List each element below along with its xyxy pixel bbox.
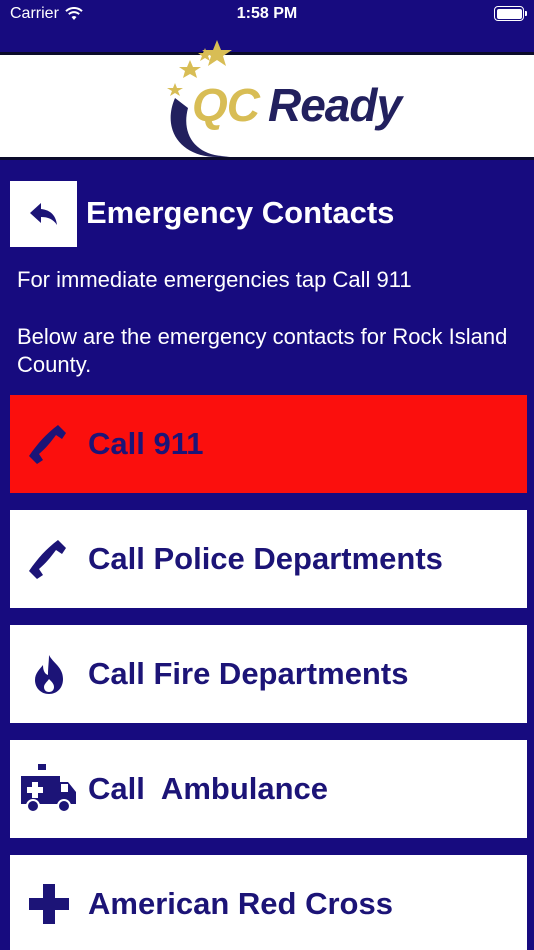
fire-icon	[10, 625, 88, 723]
american-red-cross-button[interactable]: American Red Cross	[10, 855, 527, 950]
call-police-button[interactable]: Call Police Departments	[10, 510, 527, 608]
status-bar: Carrier 1:58 PM	[0, 0, 534, 30]
call-911-button[interactable]: Call 911	[10, 395, 527, 493]
battery-icon	[494, 6, 527, 21]
logo-text-ready: Ready	[268, 79, 402, 131]
page-title: Emergency Contacts	[86, 195, 395, 230]
logo-text-qc: QC	[192, 79, 260, 131]
phone-icon	[10, 510, 88, 608]
plus-cross-icon	[10, 855, 88, 950]
call-fire-button[interactable]: Call Fire Departments	[10, 625, 527, 723]
call-911-label: Call 911	[88, 426, 204, 461]
back-arrow-icon	[29, 203, 57, 225]
call-ambulance-label: Call Ambulance	[88, 771, 329, 806]
intro-line-county: Below are the emergency contacts for Roc…	[17, 324, 508, 377]
status-time: 1:58 PM	[236, 5, 298, 22]
call-fire-label: Call Fire Departments	[88, 656, 409, 691]
phone-icon	[10, 395, 88, 493]
call-ambulance-button[interactable]: Call Ambulance	[10, 740, 527, 838]
page-header: Emergency Contacts	[10, 181, 524, 247]
intro-text: For immediate emergencies tap Call 911 B…	[17, 266, 517, 408]
intro-line-911: For immediate emergencies tap Call 911	[17, 267, 412, 292]
ambulance-icon	[10, 740, 88, 838]
qc-ready-logo: QC Ready	[155, 38, 405, 168]
call-police-label: Call Police Departments	[88, 541, 443, 576]
back-button[interactable]	[10, 181, 77, 247]
american-red-cross-label: American Red Cross	[88, 886, 393, 921]
